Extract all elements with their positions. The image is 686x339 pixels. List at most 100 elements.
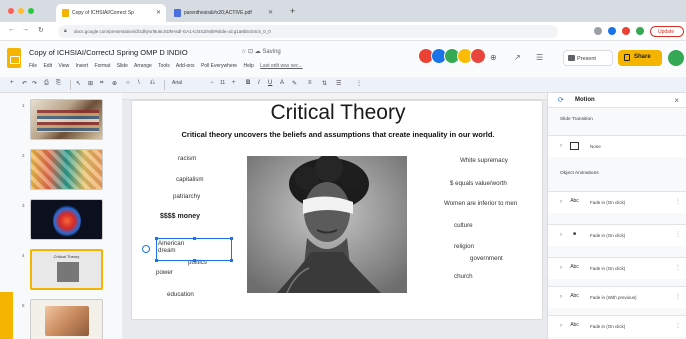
- word-patriarchy[interactable]: patriarchy: [173, 193, 200, 200]
- present-button[interactable]: Present: [563, 50, 613, 66]
- word-religion[interactable]: religion: [454, 243, 474, 250]
- chevron-right-icon[interactable]: ›: [560, 143, 562, 149]
- window-maximize-icon[interactable]: [28, 8, 34, 14]
- slide-thumbnail-4-selected[interactable]: Critical Theory: [30, 249, 103, 290]
- slide-thumbnail-3[interactable]: [30, 199, 103, 240]
- drag-handle-icon[interactable]: ⋮: [675, 231, 681, 238]
- slide-thumbnail-1[interactable]: [30, 99, 103, 140]
- align-icon[interactable]: ≡: [308, 80, 312, 86]
- comment-icon[interactable]: ⎌: [150, 80, 155, 87]
- title-status-icons[interactable]: ☆ ⊡ ☁ Saving: [241, 48, 281, 55]
- menu-tools[interactable]: Tools: [158, 63, 170, 69]
- profile-icon[interactable]: [636, 27, 644, 35]
- menu-edit[interactable]: Edit: [43, 63, 52, 69]
- font-size-decrease-icon[interactable]: −: [210, 80, 214, 86]
- activity-icon[interactable]: ↗: [514, 53, 521, 62]
- animation-row[interactable]: › Abc Fade in (On click) ⋮: [548, 315, 686, 337]
- resize-handle[interactable]: [230, 237, 233, 240]
- menu-view[interactable]: View: [58, 63, 69, 69]
- animation-row[interactable]: › Abc Fade in (On click) ⋮: [548, 191, 686, 213]
- word-capitalism[interactable]: capitalism: [176, 176, 204, 183]
- new-tab-icon[interactable]: +: [290, 6, 295, 16]
- font-size-input[interactable]: 11: [220, 80, 225, 86]
- word-value-worth[interactable]: $ equals value/worth: [450, 180, 507, 187]
- animation-row[interactable]: › Abc Fade in (On click) ⋮: [548, 257, 686, 279]
- underline-icon[interactable]: U: [268, 80, 272, 86]
- resize-handle[interactable]: [155, 237, 158, 240]
- slide-thumbnail-5[interactable]: [30, 299, 103, 339]
- paint-format-icon[interactable]: ⎘: [56, 80, 61, 87]
- new-slide-icon[interactable]: +: [10, 80, 14, 86]
- word-education[interactable]: education: [167, 291, 194, 298]
- slide-transition-row[interactable]: › None: [548, 135, 686, 157]
- rotate-handle-icon[interactable]: [142, 245, 150, 253]
- more-options-icon[interactable]: ⋮: [356, 80, 362, 87]
- chevron-right-icon[interactable]: ›: [560, 199, 562, 205]
- collaborator-avatar[interactable]: [470, 48, 486, 64]
- list-icon[interactable]: ☰: [336, 80, 341, 87]
- slide-subtitle[interactable]: Critical theory uncovers the beliefs and…: [132, 130, 542, 139]
- font-select[interactable]: Arial: [172, 80, 182, 86]
- animation-row[interactable]: › Abc Fade in (With previous) ⋮: [548, 286, 686, 308]
- extension-icon[interactable]: [622, 27, 630, 35]
- tab-close-icon[interactable]: ✕: [156, 9, 161, 16]
- print-icon[interactable]: ⎙: [44, 80, 49, 87]
- chevron-right-icon[interactable]: ›: [560, 323, 562, 329]
- browser-tab-slides[interactable]: Copy of ICHSIAI/Correct Sp ✕: [56, 4, 166, 22]
- drag-handle-icon[interactable]: ⋮: [675, 198, 681, 205]
- drag-handle-icon[interactable]: ⋮: [675, 293, 681, 300]
- menu-file[interactable]: File: [29, 63, 37, 69]
- slide-thumbnail-2[interactable]: [30, 149, 103, 190]
- word-church[interactable]: church: [454, 273, 473, 280]
- url-input[interactable]: 🔒︎ docs.google.com/presentation/d/1dhjrs…: [58, 25, 558, 38]
- word-government[interactable]: government: [470, 255, 503, 262]
- word-racism[interactable]: racism: [178, 155, 196, 162]
- word-culture[interactable]: culture: [454, 222, 473, 229]
- add-collaborator-icon[interactable]: ⊕: [490, 53, 497, 62]
- text-color-icon[interactable]: A: [280, 80, 284, 86]
- undo-icon[interactable]: ↶: [22, 80, 27, 87]
- animation-row[interactable]: › ■ Fade in (On click) ⋮: [548, 224, 686, 246]
- line-icon[interactable]: \: [138, 80, 140, 86]
- extension-icon[interactable]: [594, 27, 602, 35]
- slides-logo-icon[interactable]: [7, 48, 21, 68]
- word-power[interactable]: power: [156, 269, 173, 276]
- account-avatar[interactable]: [668, 50, 684, 66]
- chevron-right-icon[interactable]: ›: [560, 265, 562, 271]
- menu-addons[interactable]: Add-ons: [176, 63, 195, 69]
- highlight-icon[interactable]: ✎: [292, 80, 297, 87]
- slide-canvas[interactable]: Critical Theory Critical theory uncovers…: [131, 100, 543, 320]
- text-box-icon[interactable]: ⊞: [88, 80, 93, 87]
- forward-icon[interactable]: →: [22, 26, 29, 33]
- line-spacing-icon[interactable]: ⇅: [322, 80, 327, 87]
- slide-title[interactable]: Critical Theory: [132, 101, 542, 125]
- menu-slide[interactable]: Slide: [117, 63, 128, 69]
- zoom-icon[interactable]: ⊕: [112, 80, 117, 87]
- comments-icon[interactable]: ☰: [536, 53, 543, 62]
- resize-handle[interactable]: [230, 259, 233, 262]
- extension-icon[interactable]: [608, 27, 616, 35]
- select-icon[interactable]: ↖: [76, 80, 81, 87]
- image-icon[interactable]: ⌗: [100, 80, 103, 87]
- word-money[interactable]: $$$$ money: [160, 213, 200, 220]
- browser-tab-pdf[interactable]: parenthesis&#x20;ACTIVE.pdf ✕: [168, 4, 278, 22]
- reload-icon[interactable]: ↻: [38, 26, 44, 34]
- menu-insert[interactable]: Insert: [76, 63, 89, 69]
- redo-icon[interactable]: ↷: [32, 80, 37, 87]
- close-icon[interactable]: ×: [674, 96, 679, 105]
- menu-format[interactable]: Format: [95, 63, 111, 69]
- blindfolded-woman-photo[interactable]: [247, 156, 407, 293]
- drag-handle-icon[interactable]: ⋮: [675, 322, 681, 329]
- resize-handle[interactable]: [193, 259, 196, 262]
- word-white-supremacy[interactable]: White supremacy: [460, 157, 508, 164]
- selection-box[interactable]: [156, 238, 232, 261]
- back-icon[interactable]: ←: [8, 26, 15, 33]
- menu-arrange[interactable]: Arrange: [134, 63, 152, 69]
- drag-handle-icon[interactable]: ⋮: [675, 264, 681, 271]
- bold-icon[interactable]: B: [246, 80, 250, 86]
- menu-help[interactable]: Help: [243, 63, 253, 69]
- menu-poll-everywhere[interactable]: Poll Everywhere: [201, 63, 237, 69]
- document-title[interactable]: Copy of ICHSIAI/CorrectJ Spring OMP D IN…: [29, 48, 188, 57]
- window-minimize-icon[interactable]: [18, 8, 24, 14]
- resize-handle[interactable]: [155, 259, 158, 262]
